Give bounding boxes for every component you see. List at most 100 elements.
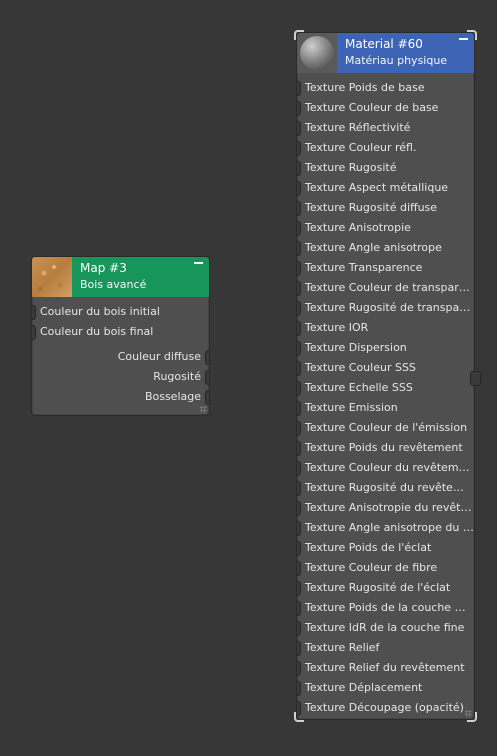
- port-label: Texture Couleur réfl.: [305, 141, 417, 154]
- resize-grip-icon[interactable]: [465, 710, 472, 717]
- input-port-row[interactable]: Couleur du bois initial: [32, 302, 209, 322]
- input-port-row[interactable]: Texture Poids de l'éclat: [297, 538, 474, 558]
- input-socket[interactable]: [297, 481, 301, 496]
- input-port-row[interactable]: Texture Poids du revêtement: [297, 438, 474, 458]
- material-node-subtitle: Matériau physique: [345, 54, 448, 67]
- port-label: Texture Poids du revêtement: [305, 441, 463, 454]
- input-port-row[interactable]: Texture Réflectivité: [297, 118, 474, 138]
- output-socket[interactable]: [205, 390, 209, 405]
- input-port-row[interactable]: Texture Rugosité: [297, 158, 474, 178]
- input-port-row[interactable]: Texture Dispersion: [297, 338, 474, 358]
- input-socket[interactable]: [297, 201, 301, 216]
- material-output-port[interactable]: [470, 371, 481, 386]
- material-node-physique[interactable]: Material #60 Matériau physique Texture P…: [294, 30, 481, 722]
- port-label: Texture Anisotropie: [305, 221, 411, 234]
- input-port-row[interactable]: Texture Anisotropie du revêt…: [297, 498, 474, 518]
- input-socket[interactable]: [297, 241, 301, 256]
- map-node-bois-avance[interactable]: Map #3 Bois avancé Couleur du bois initi…: [31, 256, 210, 416]
- input-socket[interactable]: [297, 401, 301, 416]
- input-socket[interactable]: [297, 641, 301, 656]
- input-socket[interactable]: [297, 221, 301, 236]
- input-port-row[interactable]: Texture Couleur de fibre: [297, 558, 474, 578]
- input-port-row[interactable]: Texture Emission: [297, 398, 474, 418]
- input-port-row[interactable]: Texture Couleur SSS: [297, 358, 474, 378]
- output-socket[interactable]: [205, 370, 209, 385]
- input-port-row[interactable]: Texture Rugosité de l'éclat: [297, 578, 474, 598]
- input-socket[interactable]: [297, 321, 301, 336]
- input-port-row[interactable]: Texture Echelle SSS: [297, 378, 474, 398]
- input-socket[interactable]: [32, 325, 36, 340]
- material-node-header[interactable]: Material #60 Matériau physique: [297, 33, 474, 73]
- input-port-row[interactable]: Texture Rugosité de transpa…: [297, 298, 474, 318]
- input-socket[interactable]: [297, 501, 301, 516]
- input-socket[interactable]: [297, 681, 301, 696]
- input-socket[interactable]: [297, 301, 301, 316]
- port-label: Texture Echelle SSS: [305, 381, 413, 394]
- minimize-icon[interactable]: [194, 262, 203, 264]
- port-label: Texture Couleur de transpar…: [305, 281, 470, 294]
- output-port-row[interactable]: Couleur diffuse: [32, 347, 209, 367]
- input-socket[interactable]: [297, 441, 301, 456]
- input-socket[interactable]: [297, 601, 301, 616]
- input-socket[interactable]: [297, 581, 301, 596]
- input-socket[interactable]: [297, 621, 301, 636]
- input-socket[interactable]: [297, 521, 301, 536]
- input-socket[interactable]: [297, 561, 301, 576]
- input-port-row[interactable]: Texture Couleur du revêtem…: [297, 458, 474, 478]
- port-label: Texture Poids de l'éclat: [305, 541, 432, 554]
- output-port-row[interactable]: Rugosité: [32, 367, 209, 387]
- input-port-row[interactable]: Texture Rugosité du revête…: [297, 478, 474, 498]
- input-port-row[interactable]: Texture Couleur de l'émission: [297, 418, 474, 438]
- input-socket[interactable]: [297, 261, 301, 276]
- node-editor-canvas[interactable]: Map #3 Bois avancé Couleur du bois initi…: [0, 0, 497, 756]
- output-socket[interactable]: [205, 350, 209, 365]
- input-socket[interactable]: [297, 161, 301, 176]
- input-socket[interactable]: [297, 341, 301, 356]
- port-label: Rugosité: [153, 370, 201, 383]
- input-socket[interactable]: [297, 701, 301, 716]
- input-port-row[interactable]: Texture Déplacement: [297, 678, 474, 698]
- resize-grip-icon[interactable]: [200, 406, 207, 413]
- input-port-row[interactable]: Texture Anisotropie: [297, 218, 474, 238]
- input-socket[interactable]: [297, 421, 301, 436]
- port-label: Texture Couleur SSS: [305, 361, 416, 374]
- port-label: Texture Découpage (opacité): [305, 701, 464, 714]
- input-socket[interactable]: [297, 81, 301, 96]
- input-socket[interactable]: [297, 381, 301, 396]
- input-port-row[interactable]: Texture Relief: [297, 638, 474, 658]
- input-port-row[interactable]: Texture Angle anisotrope: [297, 238, 474, 258]
- input-port-row[interactable]: Couleur du bois final: [32, 322, 209, 342]
- input-port-row[interactable]: Texture Relief du revêtement: [297, 658, 474, 678]
- port-label: Texture IdR de la couche fine: [305, 621, 465, 634]
- port-label: Texture Relief: [305, 641, 380, 654]
- input-socket[interactable]: [32, 305, 36, 320]
- minimize-icon[interactable]: [459, 38, 468, 40]
- input-socket[interactable]: [297, 281, 301, 296]
- input-socket[interactable]: [297, 121, 301, 136]
- input-port-row[interactable]: Texture Rugosité diffuse: [297, 198, 474, 218]
- input-port-row[interactable]: Texture Poids de la couche …: [297, 598, 474, 618]
- input-socket[interactable]: [297, 101, 301, 116]
- input-socket[interactable]: [297, 461, 301, 476]
- input-port-row[interactable]: Texture Couleur réfl.: [297, 138, 474, 158]
- material-node-inputs: Texture Poids de base Texture Couleur de …: [297, 73, 474, 718]
- port-label: Texture Réflectivité: [305, 121, 411, 134]
- input-socket[interactable]: [297, 181, 301, 196]
- input-port-row[interactable]: Texture Couleur de transpar…: [297, 278, 474, 298]
- port-label: Texture Rugosité du revête…: [305, 481, 464, 494]
- input-port-row[interactable]: Texture Couleur de base: [297, 98, 474, 118]
- input-port-row[interactable]: Texture Aspect métallique: [297, 178, 474, 198]
- port-label: Texture Relief du revêtement: [305, 661, 465, 674]
- map-node-header[interactable]: Map #3 Bois avancé: [32, 257, 209, 297]
- input-port-row[interactable]: Texture IOR: [297, 318, 474, 338]
- input-port-row[interactable]: Texture Découpage (opacité): [297, 698, 474, 718]
- input-socket[interactable]: [297, 361, 301, 376]
- input-port-row[interactable]: Texture Angle anisotrope du …: [297, 518, 474, 538]
- input-socket[interactable]: [297, 541, 301, 556]
- input-port-row[interactable]: Texture Poids de base: [297, 78, 474, 98]
- output-port-row[interactable]: Bosselage: [32, 387, 209, 407]
- input-port-row[interactable]: Texture Transparence: [297, 258, 474, 278]
- input-socket[interactable]: [297, 141, 301, 156]
- input-port-row[interactable]: Texture IdR de la couche fine: [297, 618, 474, 638]
- input-socket[interactable]: [297, 661, 301, 676]
